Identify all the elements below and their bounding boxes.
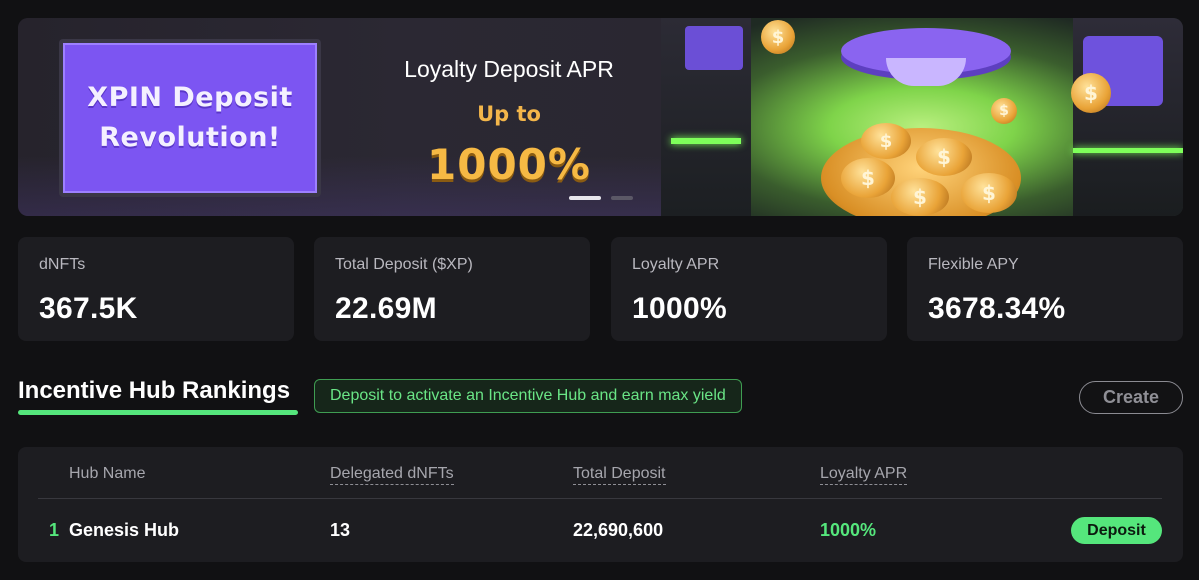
stat-label: Total Deposit ($XP) [335,256,473,273]
carousel-dots [569,196,633,200]
stat-value: 3678.34% [928,292,1066,325]
coin-icon: $ [841,158,895,198]
promo-headline: XPIN Deposit Revolution! [87,82,293,153]
column-header-delegated-dnfts[interactable]: Delegated dNFTs [330,465,454,485]
create-hub-button[interactable]: Create [1079,381,1183,414]
tab-incentive-hub-rankings[interactable]: Incentive Hub Rankings [18,377,290,405]
machine-left-illustration [661,18,751,216]
stat-card-flexible-apy: Flexible APY 3678.34% [907,237,1183,341]
promo-screen: XPIN Deposit Revolution! [59,39,321,197]
ufo-core-illustration [886,58,966,86]
stat-card-total-deposit: Total Deposit ($XP) 22.69M [314,237,590,341]
stat-label: dNFTs [39,256,86,273]
promo-banner[interactable]: XPIN Deposit Revolution! Loyalty Deposit… [18,18,1183,216]
banner-apr-value: 1000% [427,140,591,189]
table-header-divider [38,498,1162,499]
row-loyalty-apr: 1000% [820,520,877,540]
coin-icon: $ [961,173,1017,213]
row-total-deposit: 22,690,600 [573,520,664,540]
carousel-dot-1[interactable] [569,196,601,200]
column-header-total-deposit[interactable]: Total Deposit [573,465,666,485]
coin-icon: $ [916,138,972,176]
row-rank: 1 [49,520,60,540]
coin-icon: $ [991,98,1017,124]
promo-screen-inner: XPIN Deposit Revolution! [63,43,317,193]
stat-value: 22.69M [335,292,437,325]
carousel-dot-2[interactable] [611,196,633,200]
banner-left-panel: XPIN Deposit Revolution! Loyalty Deposit… [18,18,661,216]
banner-apr-upto: Up to [477,102,541,126]
banner-apr-title: Loyalty Deposit APR [404,56,614,82]
stat-label: Loyalty APR [632,256,720,273]
stat-card-loyalty-apr: Loyalty APR 1000% [611,237,887,341]
stat-value: 1000% [632,292,727,325]
banner-illustration: $ $ $ $ $ $ $ $ [661,18,1183,216]
row-hub-name[interactable]: Genesis Hub [69,520,179,541]
hub-rankings-table: Hub Name Delegated dNFTs Total Deposit L… [18,447,1183,562]
row-delegated-dnfts: 13 [330,520,351,540]
coin-icon: $ [1071,73,1111,113]
coin-icon: $ [761,20,795,54]
machine-right-illustration [1073,18,1183,216]
active-tab-indicator [18,410,298,415]
coin-icon: $ [891,178,949,216]
column-header-loyalty-apr[interactable]: Loyalty APR [820,465,908,485]
stat-value: 367.5K [39,292,138,325]
coin-icon: $ [861,123,911,159]
column-header-hub-name: Hub Name [69,465,146,482]
stat-label: Flexible APY [928,256,1019,273]
stat-card-dnfts: dNFTs 367.5K [18,237,294,341]
deposit-button[interactable]: Deposit [1071,517,1162,544]
deposit-hint-banner: Deposit to activate an Incentive Hub and… [314,379,742,413]
